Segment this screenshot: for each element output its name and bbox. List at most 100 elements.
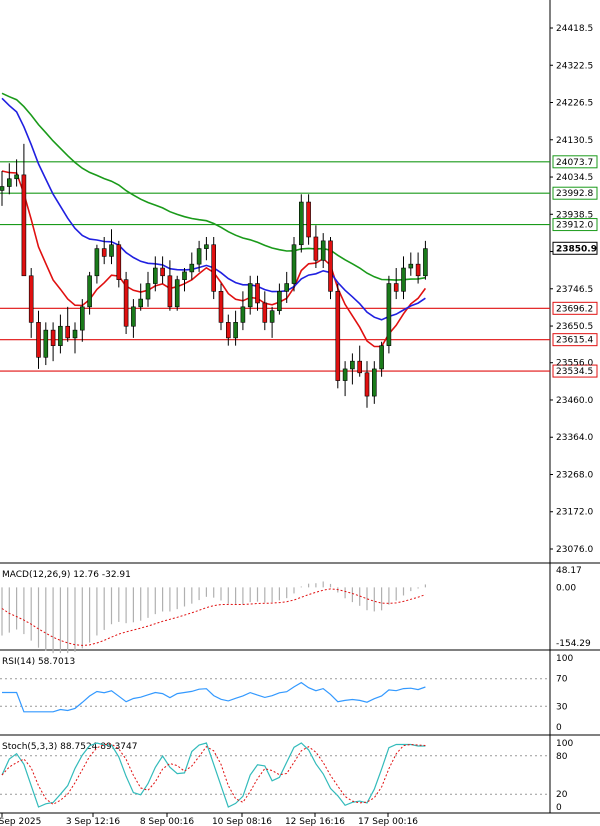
candle-down: [364, 372, 370, 397]
main-grid: [0, 0, 600, 814]
candles: [0, 143, 428, 408]
candle-down: [65, 325, 70, 339]
candle-up: [43, 329, 49, 358]
candle-up: [379, 345, 384, 370]
candle-up: [87, 275, 92, 308]
candle-down: [160, 267, 165, 277]
candle-up: [145, 283, 151, 300]
candle-up: [80, 306, 85, 331]
price-tick-label: 23172.0: [556, 508, 593, 518]
candle-down: [167, 275, 173, 308]
candle-up: [386, 283, 392, 346]
resistance-level-label: 24073.7: [556, 158, 593, 168]
candle-up: [182, 271, 187, 280]
rsi-label: RSI(14) 58.7013: [2, 657, 75, 667]
candle-up: [247, 283, 253, 308]
candle-up: [371, 368, 377, 397]
macd-level-label: -154.29: [556, 639, 591, 649]
candle-up: [196, 248, 202, 265]
candle-up: [408, 263, 414, 269]
candle-up: [153, 267, 158, 284]
candle-down: [226, 322, 231, 339]
candle-up: [284, 283, 290, 292]
rsi-level-label: 30: [556, 702, 568, 712]
time-tick-label: 3 Sep 12:16: [66, 817, 121, 826]
time-tick-label: 12 Sep 16:16: [285, 817, 345, 826]
candle-down: [36, 322, 41, 358]
stoch-level-label: 20: [556, 790, 568, 800]
support-level-label: 23615.4: [556, 336, 593, 346]
stoch-level-label: 100: [556, 739, 573, 749]
stoch-level-label: 0: [556, 803, 562, 813]
price-levels: 24073.723992.823912.023696.223615.423534…: [0, 155, 598, 378]
candle-down: [28, 275, 34, 323]
price-tick-label: 24322.5: [556, 61, 593, 71]
time-tick-label: Sep 2025: [0, 817, 41, 826]
candle-down: [218, 291, 224, 323]
current-price-label: 23850.9: [556, 244, 597, 254]
macd-label: MACD(12,26,9) 12.76 -32.91: [2, 570, 131, 580]
price-tick-label: 23938.5: [556, 210, 593, 220]
price-tick-label: 23556.0: [556, 359, 593, 369]
time-tick-label: 8 Sep 00:16: [140, 817, 195, 826]
candle-up: [291, 244, 297, 284]
stoch-d-line: [1, 743, 426, 805]
candle-down: [328, 240, 333, 292]
price-tick-label: 23076.0: [556, 545, 593, 555]
price-tick-label: 24130.5: [556, 136, 593, 146]
candle-down: [21, 174, 27, 277]
candle-up: [72, 329, 78, 339]
candle-up: [131, 306, 136, 327]
candle-up: [14, 174, 19, 180]
price-tick-label: 23364.0: [556, 433, 593, 443]
candle-down: [101, 248, 107, 257]
time-tick-label: 10 Sep 08:16: [212, 817, 272, 826]
price-axis: 24418.5 24322.5 24226.5 24130.5 24034.5 23938…: [550, 24, 598, 555]
stoch-k-line: [1, 742, 426, 808]
candle-down: [123, 279, 129, 327]
candle-up: [233, 322, 238, 339]
candle-up: [320, 240, 326, 261]
price-tick-label: 23746.5: [556, 285, 593, 295]
chart-canvas: 24073.723992.823912.023696.223615.423534…: [0, 0, 600, 826]
price-tick-label: 23268.0: [556, 470, 593, 480]
price-tick-label: 24418.5: [556, 24, 593, 34]
stoch-label: Stoch(5,3,3) 88.7524 89.3747: [2, 742, 137, 752]
candle-up: [58, 325, 63, 346]
candle-up: [138, 298, 143, 308]
candle-up: [94, 248, 100, 277]
support-level-label: 23696.2: [556, 304, 593, 314]
candle-up: [189, 263, 195, 273]
rsi-pane: RSI(14) 58.7013 100 70 30 0: [0, 654, 573, 733]
candle-down: [262, 302, 268, 323]
macd-pane: MACD(12,26,9) 12.76 -32.91 48.17 0.00 -154.…: [1, 566, 591, 654]
rsi-line: [2, 681, 426, 713]
rsi-level-label: 70: [556, 675, 568, 685]
price-tick-label: 24226.5: [556, 99, 593, 109]
time-axis: Sep 2025 3 Sep 12:16 8 Sep 00:16 10 Sep 08:…: [0, 813, 418, 826]
resistance-level-label: 23992.8: [556, 189, 593, 199]
candle-up: [298, 201, 304, 246]
candle-down: [393, 283, 399, 292]
candle-down: [335, 291, 341, 381]
candle-up: [174, 279, 180, 308]
candle-up: [401, 267, 406, 292]
resistance-level-label: 23912.0: [556, 221, 593, 231]
candle-up: [342, 368, 348, 381]
candle-down: [306, 201, 311, 238]
candle-down: [50, 329, 56, 346]
candle-down: [415, 263, 421, 277]
macd-level-label: 0.00: [556, 583, 576, 593]
candle-up: [109, 244, 114, 257]
stoch-pane: Stoch(5,3,3) 88.7524 89.3747 100 80 20 0: [0, 739, 573, 813]
rsi-level-label: 100: [556, 654, 573, 664]
candle-down: [116, 244, 122, 280]
rsi-level-label: 0: [556, 723, 562, 733]
candle-up: [240, 306, 246, 323]
stoch-level-label: 80: [556, 752, 568, 762]
candle-up: [277, 291, 282, 312]
candle-down: [255, 283, 260, 304]
candle-up: [350, 360, 355, 370]
candle-down: [211, 244, 216, 292]
price-tick-label: 24034.5: [556, 173, 593, 183]
